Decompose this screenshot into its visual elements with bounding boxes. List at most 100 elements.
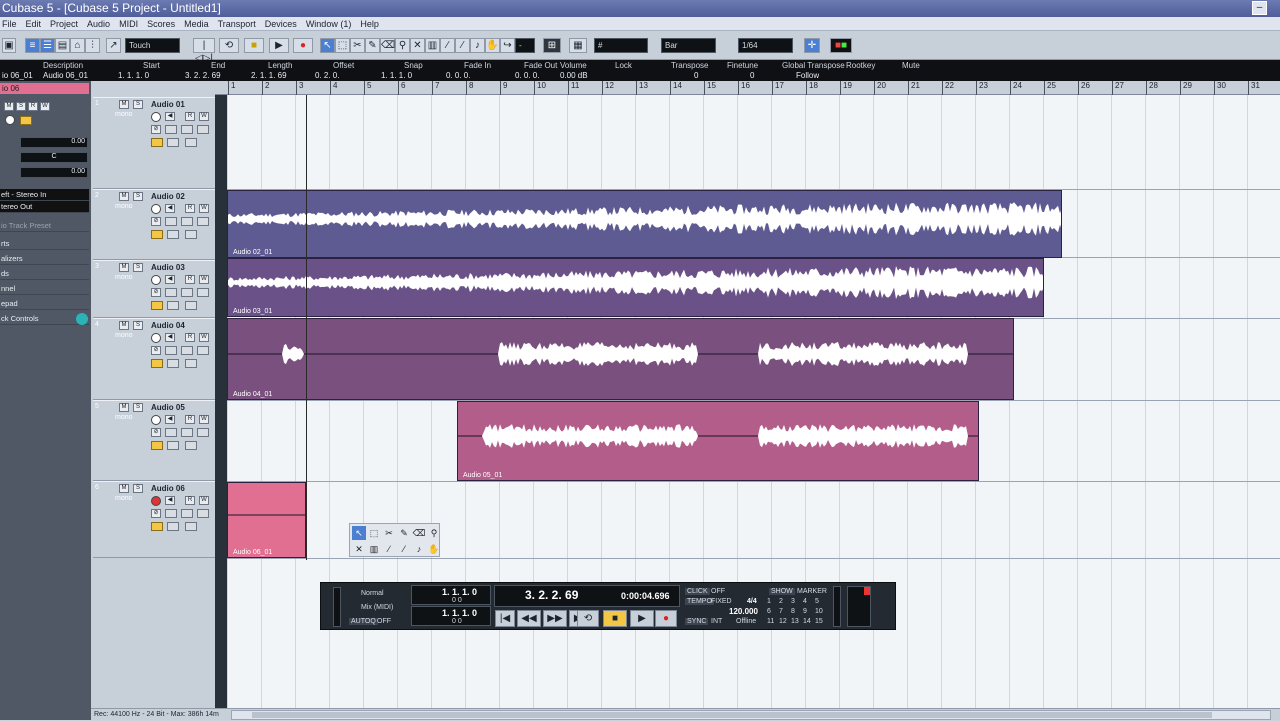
left-locator[interactable]: 1. 1. 1. 0 bbox=[442, 587, 477, 597]
inspector-edit-icon[interactable] bbox=[20, 116, 32, 125]
marker-button-14[interactable]: 14 bbox=[803, 618, 811, 625]
read-button[interactable]: R bbox=[185, 204, 195, 213]
monitor-button[interactable]: ◀ bbox=[165, 112, 175, 121]
mute-button[interactable]: M bbox=[119, 403, 129, 412]
timebase-icon[interactable]: ⊘ bbox=[151, 509, 161, 518]
mute-button[interactable]: M bbox=[119, 321, 129, 330]
line-tool-icon[interactable]: ⁄ bbox=[397, 542, 411, 556]
info-value-finetune[interactable]: 0 bbox=[750, 71, 754, 80]
menu-midi[interactable]: MIDI bbox=[119, 17, 138, 30]
autoq-value[interactable]: OFF bbox=[377, 618, 391, 625]
inspector-track-name[interactable]: io 06 bbox=[0, 83, 89, 94]
mute-tool-icon[interactable]: ✕ bbox=[352, 542, 366, 556]
solo-button[interactable]: S bbox=[133, 321, 143, 330]
info-value-start[interactable]: 1. 1. 1. 0 bbox=[118, 71, 149, 80]
position-display[interactable]: 3. 2. 2. 69 0:00:04.696 bbox=[494, 585, 680, 607]
inspector-section-sends[interactable]: ds bbox=[0, 268, 89, 280]
track-info-icon[interactable] bbox=[185, 522, 197, 531]
erase-tool-icon[interactable]: ⌫ bbox=[412, 526, 426, 540]
quick-controls-power-icon[interactable] bbox=[76, 313, 88, 325]
monitor-button[interactable]: ◀ bbox=[165, 275, 175, 284]
read-button[interactable]: R bbox=[185, 275, 195, 284]
inspector-solo-button[interactable]: S bbox=[16, 102, 26, 111]
tempo-label[interactable]: TEMPO bbox=[685, 598, 714, 605]
lanes-icon[interactable] bbox=[165, 428, 177, 437]
freeze-icon[interactable] bbox=[181, 346, 193, 355]
nudge-select[interactable]: - bbox=[515, 38, 535, 53]
monitor-button[interactable]: ◀ bbox=[165, 496, 175, 505]
write-button[interactable]: W bbox=[199, 275, 209, 284]
tempo-mode[interactable]: FIXED bbox=[711, 598, 732, 605]
sync-label[interactable]: SYNC bbox=[685, 618, 709, 625]
menu-project[interactable]: Project bbox=[50, 17, 78, 30]
primary-position[interactable]: 3. 2. 2. 69 bbox=[525, 588, 578, 602]
write-button[interactable]: W bbox=[199, 415, 209, 424]
info-value-fade-out[interactable]: 0. 0. 0. bbox=[515, 71, 539, 80]
info-value-fade-in[interactable]: 0. 0. 0. bbox=[446, 71, 470, 80]
freeze-icon[interactable] bbox=[181, 428, 193, 437]
lock-icon[interactable] bbox=[197, 428, 209, 437]
timebase-icon[interactable]: ⊘ bbox=[151, 428, 161, 437]
mute-button[interactable]: M bbox=[119, 192, 129, 201]
menu-transport[interactable]: Transport bbox=[218, 17, 256, 30]
marker-button-5[interactable]: 5 bbox=[815, 598, 819, 605]
audio-event-4[interactable]: Audio 04_01 bbox=[227, 318, 1014, 400]
inspector-track-preset[interactable]: io Track Preset bbox=[0, 220, 89, 232]
sync-mode[interactable]: INT bbox=[711, 618, 722, 625]
record-icon[interactable]: ● bbox=[293, 38, 313, 53]
record-button[interactable]: ● bbox=[655, 610, 677, 627]
info-value-length[interactable]: 2. 1. 1. 69 bbox=[251, 71, 287, 80]
track-info-icon[interactable] bbox=[185, 230, 197, 239]
split-tool-icon[interactable]: ✂ bbox=[382, 526, 396, 540]
marker-button-15[interactable]: 15 bbox=[815, 618, 823, 625]
monitor-button[interactable]: ◀ bbox=[165, 333, 175, 342]
quantize-select[interactable]: 1/64 bbox=[738, 38, 793, 53]
play-tool-icon[interactable]: ♪ bbox=[470, 38, 485, 53]
track-6-header[interactable]: 6 Audio 06 mono M S ◀ R W ⊘ bbox=[93, 481, 215, 558]
folder-icon[interactable] bbox=[167, 441, 179, 450]
solo-button[interactable]: S bbox=[133, 192, 143, 201]
click-value[interactable]: OFF bbox=[711, 588, 725, 595]
folder-icon[interactable] bbox=[167, 522, 179, 531]
track-name[interactable]: Audio 01 bbox=[151, 100, 185, 109]
monitor-button[interactable]: ◀ bbox=[165, 204, 175, 213]
record-enable-icon[interactable] bbox=[151, 112, 161, 122]
monitor-button[interactable]: ◀ bbox=[165, 415, 175, 424]
autoq-label[interactable]: AUTOQ bbox=[349, 618, 378, 625]
solo-button[interactable]: S bbox=[133, 263, 143, 272]
track-1-header[interactable]: 1 Audio 01 mono M S ◀ R W ⊘ bbox=[93, 97, 215, 189]
range-tool-icon[interactable]: ⬚ bbox=[335, 38, 350, 53]
folder-icon[interactable] bbox=[167, 359, 179, 368]
inspector-write-button[interactable]: W bbox=[40, 102, 50, 111]
track-5-header[interactable]: 5 Audio 05 mono M S ◀ R W ⊘ bbox=[93, 400, 215, 481]
time-signature[interactable]: 4/4 bbox=[747, 598, 757, 605]
info-value-global-transpose[interactable]: Follow bbox=[796, 71, 819, 80]
freeze-icon[interactable] bbox=[181, 217, 193, 226]
transport-mode-a[interactable]: Normal bbox=[361, 590, 384, 597]
solo-button[interactable]: S bbox=[133, 484, 143, 493]
marker-button-6[interactable]: 6 bbox=[767, 608, 771, 615]
track-4-header[interactable]: 4 Audio 04 mono M S ◀ R W ⊘ bbox=[93, 318, 215, 400]
erase-tool-icon[interactable]: ⌫ bbox=[380, 38, 395, 53]
edit-channel-icon[interactable] bbox=[151, 301, 163, 310]
inspector-input-routing[interactable]: eft - Stereo In bbox=[0, 189, 89, 201]
overview-icon[interactable]: ▤ bbox=[55, 38, 70, 53]
marker-button-3[interactable]: 3 bbox=[791, 598, 795, 605]
info-value-offset[interactable]: 0. 2. 0. bbox=[315, 71, 339, 80]
go-to-start-button[interactable]: |◀ bbox=[495, 610, 515, 627]
glue-tool-icon[interactable]: ✎ bbox=[365, 38, 380, 53]
transport-mode-b[interactable]: Mix (MIDI) bbox=[361, 604, 393, 611]
inspector-section-channel[interactable]: nnel bbox=[0, 283, 89, 295]
mute-tool-icon[interactable]: ✕ bbox=[410, 38, 425, 53]
mixer-icon[interactable]: ⫶ bbox=[85, 38, 100, 53]
marker-button-4[interactable]: 4 bbox=[803, 598, 807, 605]
track-2-header[interactable]: 2 Audio 02 mono M S ◀ R W ⊘ bbox=[93, 189, 215, 260]
show-label[interactable]: SHOW bbox=[769, 588, 795, 595]
inspector-section-inserts[interactable]: rts bbox=[0, 238, 89, 250]
timebase-icon[interactable]: ⊘ bbox=[151, 217, 161, 226]
left-locator-box[interactable]: 1. 1. 1. 0 0 0 bbox=[411, 585, 491, 605]
grid-type-select[interactable]: Bar bbox=[661, 38, 716, 53]
menu-window[interactable]: Window (1) bbox=[306, 17, 352, 30]
infoline-toggle-icon[interactable]: ☰ bbox=[40, 38, 55, 53]
snap-type-select[interactable]: # bbox=[594, 38, 648, 53]
